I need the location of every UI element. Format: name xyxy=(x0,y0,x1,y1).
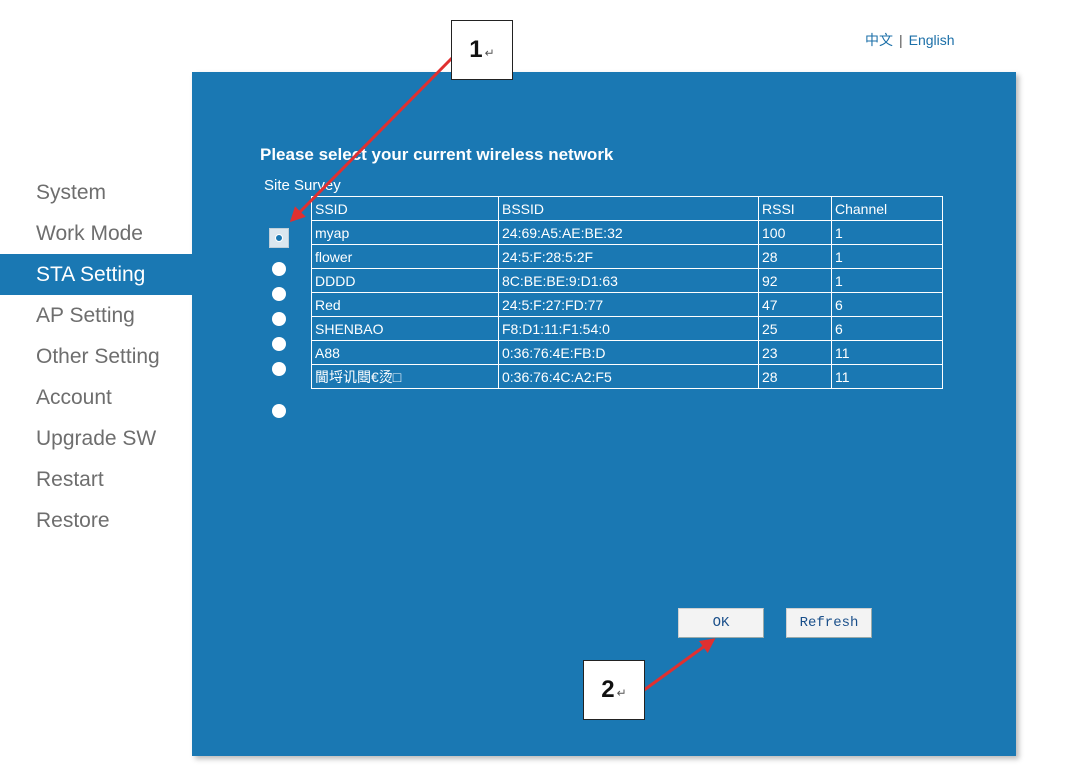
arrow-to-ok-button xyxy=(639,638,716,695)
return-mark: ↵ xyxy=(484,46,495,60)
callout-step-1: 1 ↵ xyxy=(451,20,513,80)
return-mark: ↵ xyxy=(616,686,627,700)
arrow-to-radio xyxy=(289,56,454,223)
annotation-arrows xyxy=(289,56,716,695)
callout-step-2: 2 ↵ xyxy=(583,660,645,720)
callout-number: 2 xyxy=(601,676,615,703)
callout-number: 1 xyxy=(469,36,483,63)
